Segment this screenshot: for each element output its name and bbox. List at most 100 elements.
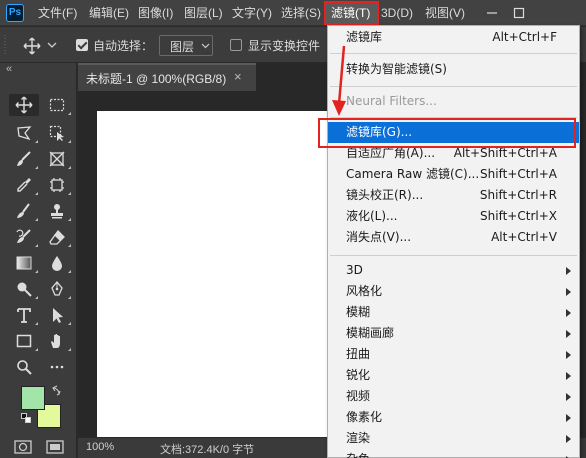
menu-item-label: 消失点(V)... bbox=[346, 230, 412, 244]
menu-type[interactable]: 文字(Y) bbox=[232, 0, 272, 26]
default-colors-icon[interactable] bbox=[21, 413, 31, 423]
path-select-icon[interactable] bbox=[42, 304, 72, 326]
convert-smart-filter[interactable]: 转换为智能滤镜(S) bbox=[328, 59, 579, 80]
menu-item-label: 杂色 bbox=[346, 449, 370, 458]
menu-separator bbox=[330, 117, 577, 118]
auto-select-checkbox[interactable] bbox=[76, 39, 88, 51]
menu-edit[interactable]: 编辑(E) bbox=[89, 0, 129, 26]
collapse-panel-icon[interactable]: « bbox=[6, 63, 12, 75]
rectangle-tool-icon[interactable] bbox=[9, 330, 39, 352]
auto-select-value: 图层 bbox=[170, 40, 195, 54]
menu-item-label: 模糊 bbox=[346, 305, 371, 319]
vanishing-point[interactable]: 消失点(V)... Alt+Ctrl+V bbox=[328, 227, 579, 248]
submenu-video[interactable]: 视频 bbox=[328, 386, 579, 407]
filter-gallery-last[interactable]: 滤镜库 Alt+Ctrl+F bbox=[328, 27, 579, 48]
menu-item-shortcut: Alt+Ctrl+V bbox=[491, 230, 557, 244]
filter-gallery[interactable]: 滤镜库(G)... bbox=[328, 122, 579, 143]
menu-file[interactable]: 文件(F) bbox=[38, 0, 77, 26]
menu-item-label: 像素化 bbox=[346, 410, 383, 424]
menu-filter[interactable]: 滤镜(T) bbox=[324, 1, 379, 25]
menu-item-label: 渲染 bbox=[346, 431, 371, 445]
spot-healing-icon[interactable] bbox=[9, 200, 39, 222]
eraser-tool-icon[interactable] bbox=[42, 226, 72, 248]
type-tool-icon[interactable] bbox=[9, 304, 39, 326]
menu-layer[interactable]: 图层(L) bbox=[184, 0, 223, 26]
zoom-level[interactable]: 100% bbox=[86, 441, 114, 453]
show-transform-checkbox[interactable] bbox=[230, 39, 242, 51]
brush-tool-icon[interactable] bbox=[9, 148, 39, 170]
menu-item-shortcut: Shift+Ctrl+A bbox=[480, 167, 557, 181]
maximize-icon[interactable] bbox=[510, 4, 528, 22]
swap-colors-icon[interactable] bbox=[51, 384, 63, 396]
eyedropper-tool-icon[interactable] bbox=[9, 174, 39, 196]
zoom-tool-icon[interactable] bbox=[9, 356, 39, 378]
submenu-pixelate[interactable]: 像素化 bbox=[328, 407, 579, 428]
gradient-tool-icon[interactable] bbox=[9, 252, 39, 274]
submenu-noise[interactable]: 杂色 bbox=[328, 449, 579, 458]
more-tools-icon[interactable] bbox=[42, 356, 72, 378]
menu-item-shortcut: Shift+Ctrl+X bbox=[480, 209, 557, 223]
lasso-tool-icon[interactable] bbox=[9, 122, 39, 144]
menu-item-label: 扭曲 bbox=[346, 347, 371, 361]
menu-image[interactable]: 图像(I) bbox=[138, 0, 173, 26]
menu-3d[interactable]: 3D(D) bbox=[381, 0, 413, 26]
hand-tool-icon[interactable] bbox=[42, 330, 72, 352]
screen-mode-icon[interactable] bbox=[45, 438, 65, 456]
submenu-arrow-icon bbox=[566, 330, 571, 338]
photoshop-logo-icon: Ps bbox=[6, 4, 24, 22]
menu-view[interactable]: 视图(V) bbox=[425, 0, 465, 26]
crop-tool-icon[interactable] bbox=[42, 148, 72, 170]
liquify[interactable]: 液化(L)... Shift+Ctrl+X bbox=[328, 206, 579, 227]
submenu-arrow-icon bbox=[566, 351, 571, 359]
move-tool-icon[interactable] bbox=[9, 94, 39, 116]
menu-item-label: 模糊画廊 bbox=[346, 326, 395, 340]
document-tab[interactable]: 未标题-1 @ 100%(RGB/8) × bbox=[78, 63, 256, 91]
submenu-blur-gallery[interactable]: 模糊画廊 bbox=[328, 323, 579, 344]
menu-item-shortcut: Alt+Shift+Ctrl+A bbox=[453, 146, 557, 160]
menu-item-label: 自适应广角(A)... bbox=[346, 146, 436, 160]
minimize-icon[interactable] bbox=[483, 4, 501, 22]
stamp-tool-icon[interactable] bbox=[42, 200, 72, 222]
menu-item-label: 风格化 bbox=[346, 284, 383, 298]
submenu-sharpen[interactable]: 锐化 bbox=[328, 365, 579, 386]
menu-item-label: 转换为智能滤镜(S) bbox=[346, 62, 447, 76]
submenu-render[interactable]: 渲染 bbox=[328, 428, 579, 449]
submenu-arrow-icon bbox=[566, 309, 571, 317]
submenu-arrow-icon bbox=[566, 288, 571, 296]
submenu-arrow-icon bbox=[566, 372, 571, 380]
submenu-3d[interactable]: 3D bbox=[328, 260, 579, 281]
marquee-tool-icon[interactable] bbox=[42, 94, 72, 116]
chevron-down-icon bbox=[201, 43, 210, 49]
menu-separator bbox=[330, 53, 577, 54]
frame-tool-icon[interactable] bbox=[42, 174, 72, 196]
neural-filters[interactable]: Neural Filters... bbox=[328, 91, 579, 112]
lens-correction[interactable]: 镜头校正(R)... Shift+Ctrl+R bbox=[328, 185, 579, 206]
dodge-tool-icon[interactable] bbox=[9, 278, 39, 300]
blur-tool-icon[interactable] bbox=[42, 252, 72, 274]
submenu-arrow-icon bbox=[566, 435, 571, 443]
document-canvas[interactable] bbox=[97, 111, 337, 438]
submenu-distort[interactable]: 扭曲 bbox=[328, 344, 579, 365]
chevron-down-icon[interactable] bbox=[47, 41, 57, 49]
foreground-color-swatch[interactable] bbox=[21, 386, 45, 410]
filter-menu-dropdown: 滤镜库 Alt+Ctrl+F 转换为智能滤镜(S) Neural Filters… bbox=[327, 25, 580, 458]
menu-separator bbox=[330, 255, 577, 256]
auto-select-dropdown[interactable]: 图层 bbox=[159, 35, 213, 56]
move-tool-preset-icon[interactable] bbox=[22, 36, 42, 56]
camera-raw-filter[interactable]: Camera Raw 滤镜(C)... Shift+Ctrl+A bbox=[328, 164, 579, 185]
quick-mask-icon[interactable] bbox=[13, 438, 33, 456]
close-icon[interactable]: × bbox=[234, 69, 242, 84]
adaptive-wide-angle[interactable]: 自适应广角(A)... Alt+Shift+Ctrl+A bbox=[328, 143, 579, 164]
submenu-stylize[interactable]: 风格化 bbox=[328, 281, 579, 302]
document-info[interactable]: 文档:372.4K/0 字节 bbox=[160, 441, 254, 457]
pen-tool-icon[interactable] bbox=[42, 278, 72, 300]
history-brush-icon[interactable] bbox=[9, 226, 39, 248]
annotation-arrow-icon bbox=[332, 45, 346, 116]
options-grip-icon bbox=[4, 35, 6, 55]
menu-select[interactable]: 选择(S) bbox=[281, 0, 321, 26]
menu-item-label: Camera Raw 滤镜(C)... bbox=[346, 167, 480, 181]
submenu-blur[interactable]: 模糊 bbox=[328, 302, 579, 323]
object-select-tool-icon[interactable] bbox=[42, 122, 72, 144]
submenu-arrow-icon bbox=[566, 267, 571, 275]
document-tab-title: 未标题-1 @ 100%(RGB/8) bbox=[86, 72, 227, 86]
